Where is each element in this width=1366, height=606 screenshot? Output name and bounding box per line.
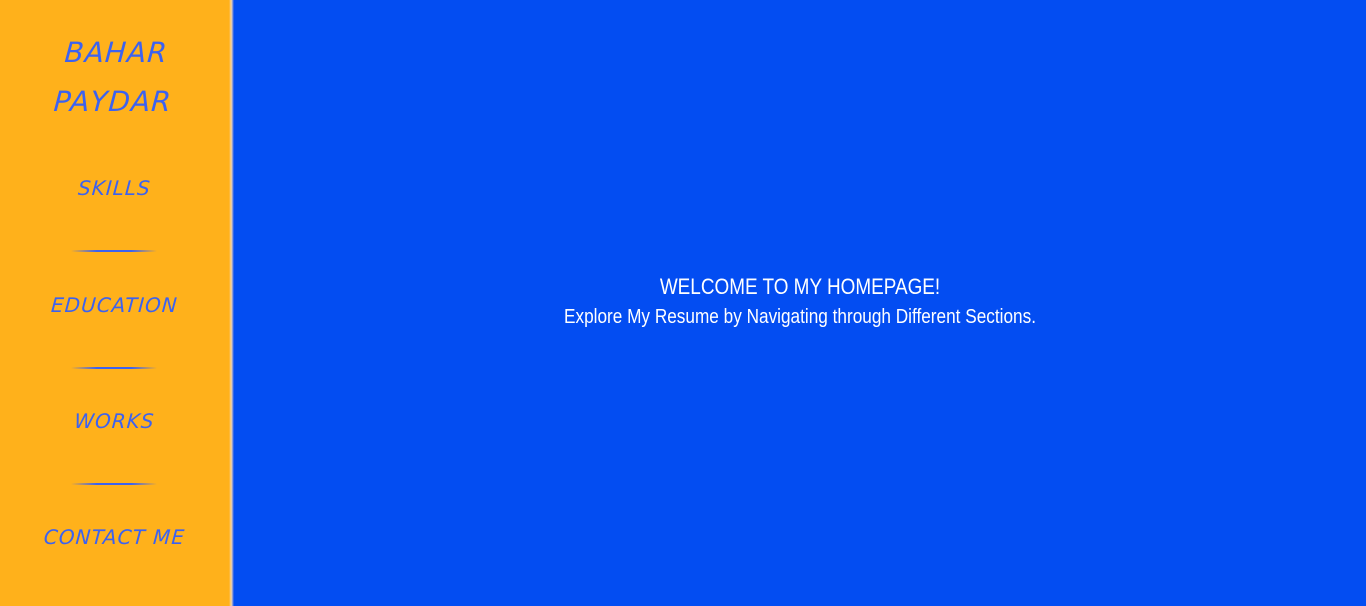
nav-item-works[interactable]: WORKS: [0, 409, 230, 433]
welcome-subtitle: Explore My Resume by Navigating through …: [564, 306, 1036, 328]
nav-divider: [71, 483, 157, 485]
brand-first-name: BAHAR: [63, 36, 169, 69]
nav-divider: [71, 367, 157, 369]
brand-last-name: PAYDAR: [52, 85, 173, 118]
welcome-title: WELCOME TO MY HOMEPAGE!: [659, 274, 941, 299]
nav-divider: [71, 250, 157, 252]
sidebar: BAHAR PAYDAR SKILLS EDUCATION WORKS CONT…: [0, 0, 229, 606]
brand-name: BAHAR PAYDAR: [0, 28, 232, 126]
nav-item-contact-me[interactable]: CONTACT ME: [0, 525, 230, 549]
welcome-block: WELCOME TO MY HOMEPAGE! Explore My Resum…: [234, 271, 1366, 331]
nav-item-education[interactable]: EDUCATION: [0, 293, 230, 317]
nav-item-skills[interactable]: SKILLS: [0, 176, 230, 200]
